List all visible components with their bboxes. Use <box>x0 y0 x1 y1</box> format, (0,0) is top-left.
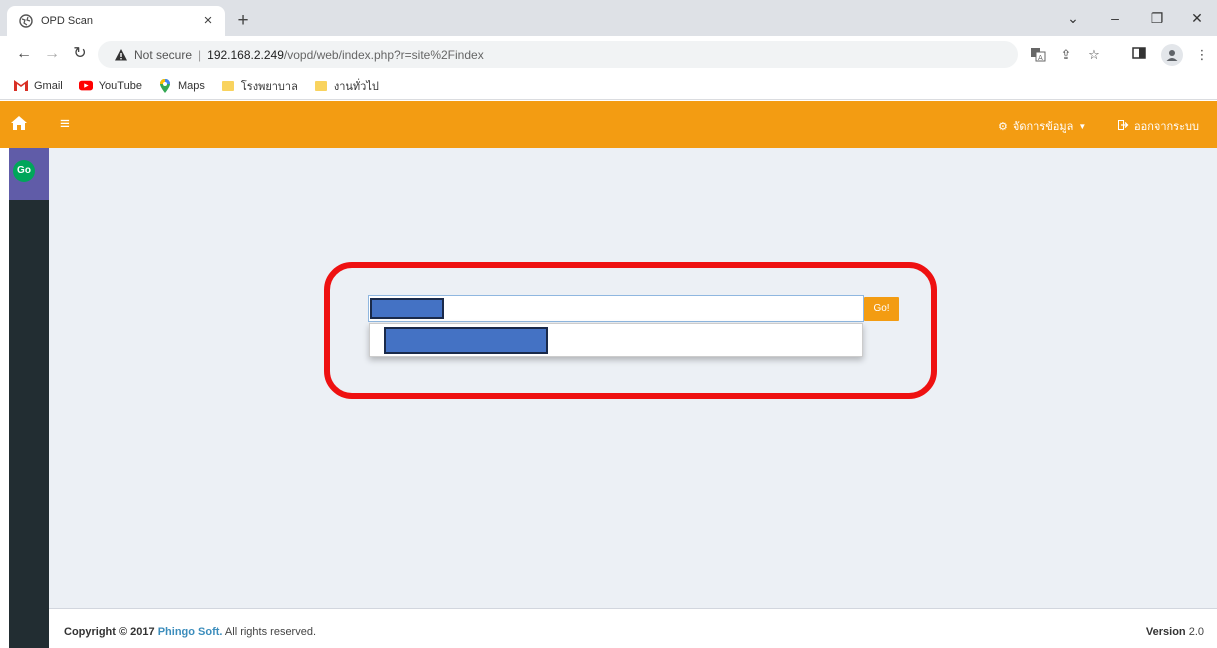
warning-icon <box>114 48 128 62</box>
svg-text:A: A <box>1038 54 1043 62</box>
version-info: Version 2.0 <box>1146 626 1204 638</box>
brand-logo: Go <box>13 160 35 182</box>
gears-icon: ⚙ <box>998 120 1008 133</box>
copyright-text: Copyright © 2017 Phingo Soft. All rights… <box>64 626 316 638</box>
footer: Copyright © 2017 Phingo Soft. All rights… <box>49 608 1217 648</box>
security-label: Not secure <box>134 47 193 62</box>
manage-data-label: จัดการข้อมูล <box>1012 121 1074 133</box>
caret-down-icon: ▼ <box>1078 121 1087 131</box>
bookmark-label: โรงพยาบาล <box>240 80 298 93</box>
browser-toolbar: ← → ↻ Not secure | 192.168.2.249 /vopd/w… <box>0 36 1217 72</box>
address-separator: | <box>198 47 202 62</box>
company-link[interactable]: Phingo Soft. <box>158 626 223 638</box>
folder-icon <box>314 80 328 92</box>
hamburger-menu-icon[interactable]: ≡ <box>60 114 78 134</box>
manage-data-menu[interactable]: ⚙ จัดการข้อมูล ▼ <box>998 117 1086 135</box>
reload-icon[interactable]: ↻ <box>70 44 90 64</box>
star-icon[interactable]: ☆ <box>1085 46 1103 64</box>
profile-avatar-icon[interactable] <box>1161 44 1183 66</box>
version-number: 2.0 <box>1188 626 1204 638</box>
bookmarks-bar: Gmail YouTube Maps โรงพยาบาล งานทั่วไป <box>0 72 1217 100</box>
rights-text: All rights reserved. <box>224 626 317 638</box>
bookmark-label: Maps <box>177 79 205 92</box>
browser-tabstrip: OPD Scan × + ⌄ – ❐ ✕ <box>0 0 1217 36</box>
new-tab-button[interactable]: + <box>232 10 254 32</box>
bookmark-label: งานทั่วไป <box>333 80 379 93</box>
maps-icon <box>158 78 172 93</box>
minimize-icon[interactable]: – <box>1104 8 1126 28</box>
bookmark-gmail[interactable]: Gmail <box>14 80 63 92</box>
bookmark-label: YouTube <box>98 79 142 92</box>
bookmark-youtube[interactable]: YouTube <box>78 79 142 92</box>
logout-label: ออกจากระบบ <box>1134 121 1199 133</box>
bookmark-folder-general[interactable]: งานทั่วไป <box>314 77 379 95</box>
share-icon[interactable]: ⇪ <box>1057 46 1075 64</box>
address-path: /vopd/web/index.php?r=site%2Findex <box>283 47 484 62</box>
side-panel-icon[interactable] <box>1130 46 1148 64</box>
browser-tab[interactable]: OPD Scan × <box>7 6 225 36</box>
highlight-annotation <box>324 262 937 399</box>
gmail-icon <box>14 80 28 92</box>
tab-title: OPD Scan <box>41 15 93 27</box>
bookmark-label: Gmail <box>34 79 63 92</box>
folder-icon <box>221 80 235 92</box>
close-window-icon[interactable]: ✕ <box>1186 8 1208 28</box>
more-menu-icon[interactable]: ⋮ <box>1193 46 1211 64</box>
app-navbar: ≡ ⚙ จัดการข้อมูล ▼ ออกจากระบบ <box>0 101 1217 148</box>
tab-search-icon[interactable]: ⌄ <box>1062 8 1084 28</box>
bookmark-folder-hospital[interactable]: โรงพยาบาล <box>221 77 298 95</box>
globe-icon <box>19 14 33 28</box>
back-arrow-icon[interactable]: ← <box>14 44 34 64</box>
home-icon[interactable] <box>10 115 28 133</box>
restore-icon[interactable]: ❐ <box>1146 8 1168 28</box>
copyright-prefix: Copyright © 2017 <box>64 626 155 638</box>
bookmark-maps[interactable]: Maps <box>158 78 205 93</box>
brand-panel[interactable]: Go <box>9 148 49 200</box>
tab-close-icon[interactable]: × <box>199 12 217 30</box>
forward-arrow-icon[interactable]: → <box>42 44 62 64</box>
translate-icon[interactable]: A <box>1029 46 1047 64</box>
address-host: 192.168.2.249 <box>207 47 284 62</box>
sign-out-icon <box>1118 119 1129 133</box>
version-label: Version <box>1145 626 1186 638</box>
youtube-icon <box>78 80 93 92</box>
address-bar[interactable]: Not secure | 192.168.2.249 /vopd/web/ind… <box>98 41 1018 68</box>
sidebar <box>9 148 49 648</box>
logout-button[interactable]: ออกจากระบบ <box>1118 117 1199 135</box>
